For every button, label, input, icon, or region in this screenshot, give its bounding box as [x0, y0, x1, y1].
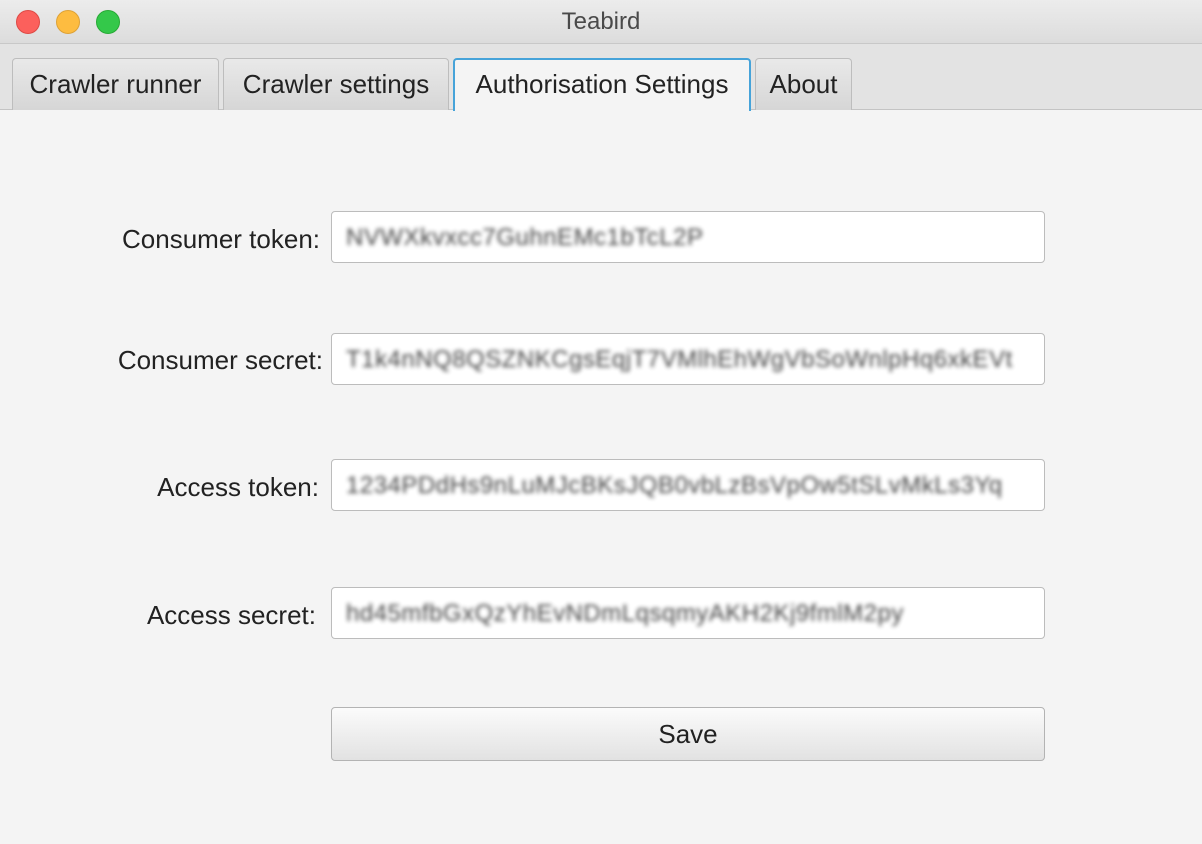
consumer-token-field[interactable]: NVWXkvxcc7GuhnEMc1bTcL2P [331, 211, 1045, 263]
tab-crawler-runner[interactable]: Crawler runner [12, 58, 219, 110]
access-secret-field[interactable]: hd45mfbGxQzYhEvNDmLqsqmyAKH2Kj9fmlM2py [331, 587, 1045, 639]
access-secret-label: Access secret: [146, 600, 316, 630]
tab-bar: Crawler runner Crawler settings Authoris… [0, 44, 1202, 111]
consumer-token-label: Consumer token: [122, 224, 320, 254]
window-title: Teabird [561, 8, 641, 35]
tab-authorisation-settings[interactable]: Authorisation Settings [453, 58, 751, 111]
tab-about[interactable]: About [755, 58, 852, 110]
tab-crawler-settings[interactable]: Crawler settings [223, 58, 449, 110]
consumer-secret-label: Consumer secret: [117, 345, 323, 375]
access-token-value: 1234PDdHs9nLuMJcBKsJQB0vbLzBsVpOw5tSLvMk… [346, 472, 1003, 499]
consumer-secret-field[interactable]: T1k4nNQ8QSZNKCgsEqjT7VMlhEhWgVbSoWnlpHq6… [331, 333, 1045, 385]
access-token-field[interactable]: 1234PDdHs9nLuMJcBKsJQB0vbLzBsVpOw5tSLvMk… [331, 459, 1045, 511]
access-token-label: Access token: [157, 472, 319, 502]
save-button[interactable]: Save [331, 707, 1045, 761]
consumer-secret-value: T1k4nNQ8QSZNKCgsEqjT7VMlhEhWgVbSoWnlpHq6… [346, 346, 1013, 373]
title-bar: Teabird [0, 0, 1202, 44]
access-secret-value: hd45mfbGxQzYhEvNDmLqsqmyAKH2Kj9fmlM2py [346, 600, 904, 627]
consumer-token-value: NVWXkvxcc7GuhnEMc1bTcL2P [346, 224, 704, 251]
